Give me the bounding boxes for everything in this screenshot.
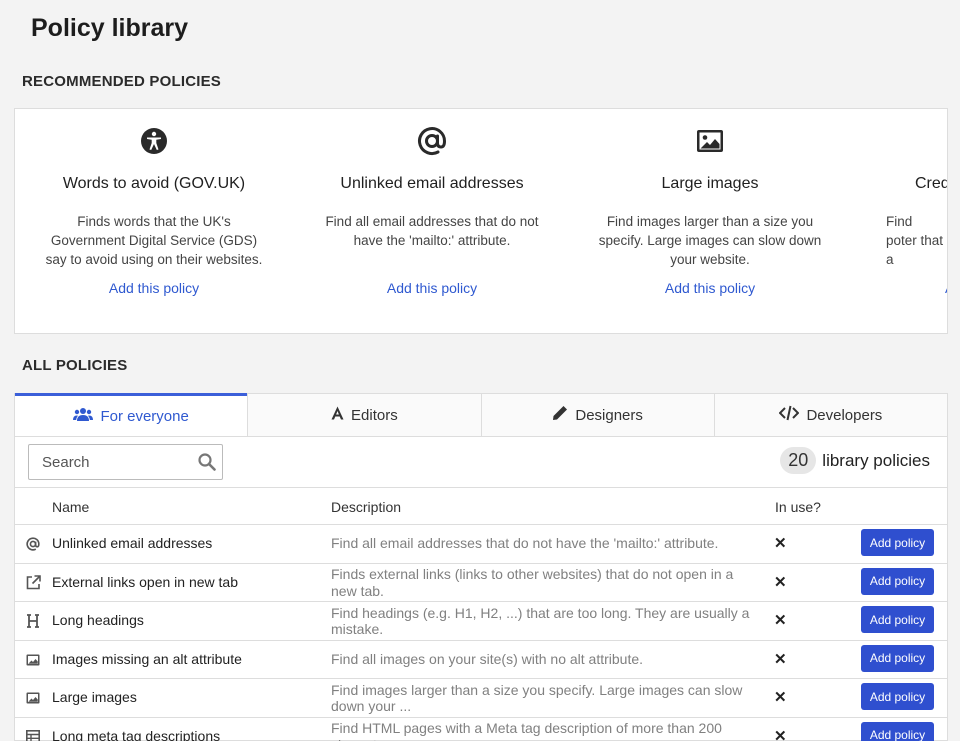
image-icon [25,690,41,706]
tab-for-everyone[interactable]: For everyone [15,393,248,436]
add-policy-button[interactable]: Add policy [861,567,934,595]
users-icon [73,407,94,425]
policy-name: External links open in new tab [52,573,238,590]
heading-icon [25,613,41,629]
not-in-use-icon: ✕ [774,727,787,741]
external-link-icon [25,575,41,591]
count-label: library policies [822,450,930,470]
column-in-use[interactable]: In use? [775,499,821,515]
page-title: Policy library [31,14,189,42]
not-in-use-icon: ✕ [774,650,787,668]
card-title: Cred [915,175,948,192]
card-title: Unlinked email addresses [340,175,524,192]
policy-description: Find headings (e.g. H1, H2, ...) that ar… [331,604,750,638]
policy-table: Name Description In use? Unlinked email … [15,487,947,741]
card-description: Finds words that the UK's Government Dig… [45,214,263,267]
column-name[interactable]: Name [52,499,89,515]
policy-name: Long meta tag descriptions [52,727,221,741]
card-title: Large images [661,175,759,192]
add-policy-button[interactable]: Add policy [861,606,934,633]
table-row: Large images Find images larger than a s… [15,679,947,718]
table-row: Long meta tag descriptions Find HTML pag… [15,718,947,741]
add-this-policy-link[interactable]: Add this policy [15,280,293,296]
recommended-card-unlinked-email: Unlinked email addresses Find all email … [293,109,571,333]
policy-description: Find images larger than a size you speci… [331,681,743,715]
tab-developers[interactable]: Developers [713,394,947,436]
card-title: Words to avoid (GOV.UK) [62,175,246,192]
policy-name: Unlinked email addresses [52,535,213,551]
recommended-card-credit: Cred Find poter that a A [849,109,948,333]
count-badge: 20 [780,447,817,474]
table-row: Unlinked email addresses Find all email … [15,525,947,564]
not-in-use-icon: ✕ [774,535,787,552]
table-row: Images missing an alt attribute Find all… [15,641,947,679]
recommended-card-words-to-avoid: Words to avoid (GOV.UK) Finds words that… [15,109,293,333]
add-policy-button[interactable]: Add policy [861,721,934,741]
search-icon[interactable] [198,453,216,476]
recommended-card-large-images: Large images Find images larger than a s… [571,109,849,333]
image-icon [25,652,41,668]
recommended-carousel: Words to avoid (GOV.UK) Finds words that… [14,108,948,334]
column-description[interactable]: Description [331,499,401,515]
table-icon [25,729,41,741]
add-policy-button[interactable]: Add policy [861,644,934,672]
policy-library-page: Policy library RECOMMENDED POLICIES Word… [0,0,960,741]
policy-name: Long headings [52,612,144,628]
at-sign-icon [25,536,41,552]
policy-name: Images missing an alt attribute [52,650,242,667]
image-icon [571,125,849,157]
pencil-icon [552,405,568,425]
tab-label: Editors [351,406,398,424]
not-in-use-icon: ✕ [774,612,787,629]
all-policies-heading: ALL POLICIES [22,357,128,374]
add-this-policy-link[interactable]: Add this policy [293,280,571,296]
card-description: Find poter that a [886,214,944,267]
recommended-heading: RECOMMENDED POLICIES [22,73,222,90]
add-policy-button[interactable]: Add policy [861,529,934,556]
tab-label: For everyone [100,407,189,425]
table-header: Name Description In use? [15,487,947,525]
policy-count: 20 library policies [780,447,930,474]
policy-list-panel: 20 library policies Name Description In … [14,437,948,741]
not-in-use-icon: ✕ [774,573,787,591]
policy-description: Finds external links (links to other web… [331,566,734,599]
add-policy-button[interactable]: Add policy [861,683,934,710]
policy-category-tabs: For everyone Editors Designers Developer… [14,393,948,437]
tab-label: Designers [575,406,643,424]
tab-editors[interactable]: Editors [247,394,480,436]
table-row: External links open in new tab Finds ext… [15,564,947,602]
at-sign-icon [293,125,571,157]
accessibility-icon [15,125,293,157]
card-description: Find all email addresses that do not hav… [325,214,539,248]
policy-description: Find all images on your site(s) with no … [331,650,644,667]
add-this-policy-link[interactable]: Add this policy [571,280,849,296]
search-box [28,444,223,480]
search-input[interactable] [42,445,202,479]
policy-name: Large images [52,689,137,705]
table-row: Long headings Find headings (e.g. H1, H2… [15,602,947,641]
code-icon [779,405,800,425]
tab-designers[interactable]: Designers [480,394,714,436]
tab-label: Developers [806,406,883,424]
card-description: Find images larger than a size you speci… [598,214,822,267]
policy-description: Find all email addresses that do not hav… [331,535,719,551]
font-icon [331,406,344,424]
add-this-policy-link[interactable]: A [945,280,947,296]
policy-description: Find HTML pages with a Meta tag descript… [331,720,722,741]
not-in-use-icon: ✕ [774,689,787,706]
